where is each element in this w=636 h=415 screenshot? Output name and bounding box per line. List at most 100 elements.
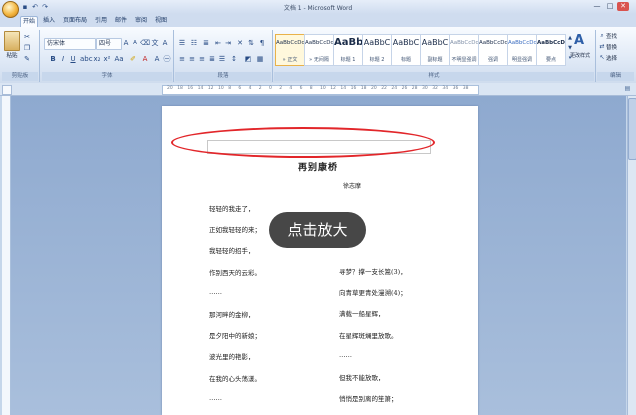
ruler-tick-label: 8	[309, 86, 313, 91]
select-button[interactable]: 选择	[606, 54, 617, 62]
superscript-icon[interactable]: x²	[102, 54, 112, 64]
change-case-icon[interactable]: Aa	[114, 54, 124, 64]
style-sample: AaBbC	[392, 38, 420, 47]
line-spacing-icon[interactable]: ↕	[229, 54, 239, 64]
minimize-button[interactable]: —	[591, 2, 603, 11]
style-heading-1[interactable]: AaBb 标题 1	[333, 34, 363, 66]
multilevel-list-icon[interactable]: ≣	[201, 38, 211, 48]
format-painter-icon[interactable]: ✎	[22, 54, 32, 64]
poem-line: 在我的心头荡漾。	[209, 374, 261, 383]
phonetic-icon[interactable]: 文	[150, 38, 160, 48]
replace-button[interactable]: 替换	[606, 43, 617, 51]
style-subtitle[interactable]: AaBbC 副标题	[420, 34, 450, 66]
chinese-layout-icon[interactable]: ✕	[235, 38, 245, 48]
style-name: » 正文	[282, 57, 298, 63]
group-divider	[595, 30, 596, 82]
font-color-icon[interactable]: A	[140, 54, 150, 64]
scrollbar-thumb[interactable]	[628, 98, 636, 160]
increase-indent-icon[interactable]: ⇥	[223, 38, 233, 48]
style-sample: AaBbC	[421, 38, 449, 47]
paste-button[interactable]: 粘贴	[3, 51, 21, 59]
poem-line: 在星辉斑斓里放歌。	[339, 331, 398, 340]
tab-selector[interactable]	[2, 85, 12, 95]
group-divider	[272, 30, 273, 82]
poem-line: ……	[209, 393, 222, 402]
ruler-tick-label: 0	[269, 86, 272, 91]
style-subtle-emphasis[interactable]: AaBbCcDd 不明显强调	[449, 34, 479, 66]
style-strong[interactable]: AaBbCcDc 要点	[536, 34, 566, 66]
font-name-select[interactable]: 仿宋体	[44, 38, 96, 50]
ruler-tick-label: 26	[401, 86, 408, 91]
bold-icon[interactable]: B	[48, 54, 58, 64]
distributed-icon[interactable]: ☰	[217, 54, 227, 64]
change-styles-icon[interactable]: A	[572, 33, 586, 49]
char-shading-icon[interactable]: A	[152, 54, 162, 64]
style-emphasis[interactable]: AaBbCcDd 强调	[478, 34, 508, 66]
poem-line: ……	[209, 287, 222, 296]
subscript-icon[interactable]: x₂	[92, 54, 102, 64]
style-normal[interactable]: AaBbCcDd » 正文	[275, 34, 305, 66]
style-intense-emphasis[interactable]: AaBbCcDd 明显强调	[507, 34, 537, 66]
document-title: 再别康桥	[298, 163, 339, 173]
highlight-icon[interactable]: ✐	[128, 54, 138, 64]
tab-insert[interactable]: 插入	[42, 16, 56, 26]
poem-line: 轻轻的我走了，	[209, 205, 255, 213]
underline-icon[interactable]: U	[68, 54, 78, 64]
style-heading-2[interactable]: AaBbC 标题 2	[362, 34, 392, 66]
change-styles-button[interactable]: 更改样式	[568, 52, 592, 59]
align-center-icon[interactable]: ≡	[187, 54, 197, 64]
numbering-icon[interactable]: ☷	[189, 38, 199, 48]
style-sample: AaBbCcDd	[305, 40, 333, 46]
shrink-font-icon[interactable]: A	[130, 38, 140, 48]
tab-home[interactable]: 开始	[20, 16, 38, 27]
style-name: 副标题	[427, 57, 443, 63]
ruler-tick-label: 24	[391, 86, 398, 91]
style-title[interactable]: AaBbC 标题	[391, 34, 421, 66]
poem-line: 作别西天的云彩。	[209, 268, 261, 277]
view-ruler-icon[interactable]: ▤	[623, 85, 632, 93]
ruler-tick-label: 6	[299, 86, 303, 91]
style-sample: AaBbCcDd	[276, 40, 304, 46]
justify-icon[interactable]: ≣	[207, 54, 217, 64]
enclose-char-icon[interactable]: ㊀	[162, 54, 172, 64]
decrease-indent-icon[interactable]: ⇤	[213, 38, 223, 48]
ruler-tick-label: 36	[452, 86, 459, 91]
copy-icon[interactable]: ❐	[22, 43, 32, 53]
align-left-icon[interactable]: ≡	[177, 54, 187, 64]
clear-format-icon[interactable]: ⌫	[140, 38, 150, 48]
style-name: 强调	[487, 57, 498, 63]
ruler-tick-label: 32	[432, 86, 438, 91]
ruler-tick-label: 14	[340, 86, 347, 91]
bullets-icon[interactable]: ☰	[177, 38, 187, 48]
align-right-icon[interactable]: ≡	[197, 54, 207, 64]
group-label-styles: 样式	[274, 72, 594, 81]
cut-icon[interactable]: ✂	[22, 32, 32, 42]
ruler-tick-label: 2	[279, 86, 283, 91]
ruler-tick-label: 2	[258, 86, 262, 91]
maximize-button[interactable]: □	[604, 2, 616, 11]
font-size-select[interactable]: 四号	[96, 38, 122, 50]
tab-view[interactable]: 视图	[154, 16, 168, 26]
close-button[interactable]: ✕	[617, 2, 629, 11]
shading-icon[interactable]: ◩	[243, 54, 253, 64]
vertical-ruler[interactable]	[2, 96, 11, 415]
poem-line: 波光里的艳影，	[209, 353, 255, 362]
office-button[interactable]	[2, 1, 19, 18]
show-marks-icon[interactable]: ¶	[257, 38, 267, 48]
sort-icon[interactable]: ⇅	[246, 38, 256, 48]
style-sample: AaBb	[334, 37, 362, 48]
style-no-spacing[interactable]: AaBbCcDd » 无间隔	[304, 34, 334, 66]
tab-page-layout[interactable]: 页面布局	[62, 16, 88, 26]
tab-review[interactable]: 审阅	[134, 16, 148, 26]
italic-icon[interactable]: I	[58, 54, 68, 64]
borders-icon[interactable]: ▦	[255, 54, 265, 64]
tab-references[interactable]: 引用	[94, 16, 108, 26]
paste-icon[interactable]	[4, 31, 20, 51]
tab-mailings[interactable]: 邮件	[114, 16, 128, 26]
char-border-icon[interactable]: A	[160, 38, 170, 48]
strikethrough-icon[interactable]: abc	[80, 54, 93, 64]
window-title: 文档 1 - Microsoft Word	[283, 5, 353, 12]
zoom-overlay-button[interactable]: 点击放大	[269, 212, 366, 248]
find-button[interactable]: 查找	[606, 32, 617, 40]
ruler-tick-label: 4	[289, 86, 293, 91]
